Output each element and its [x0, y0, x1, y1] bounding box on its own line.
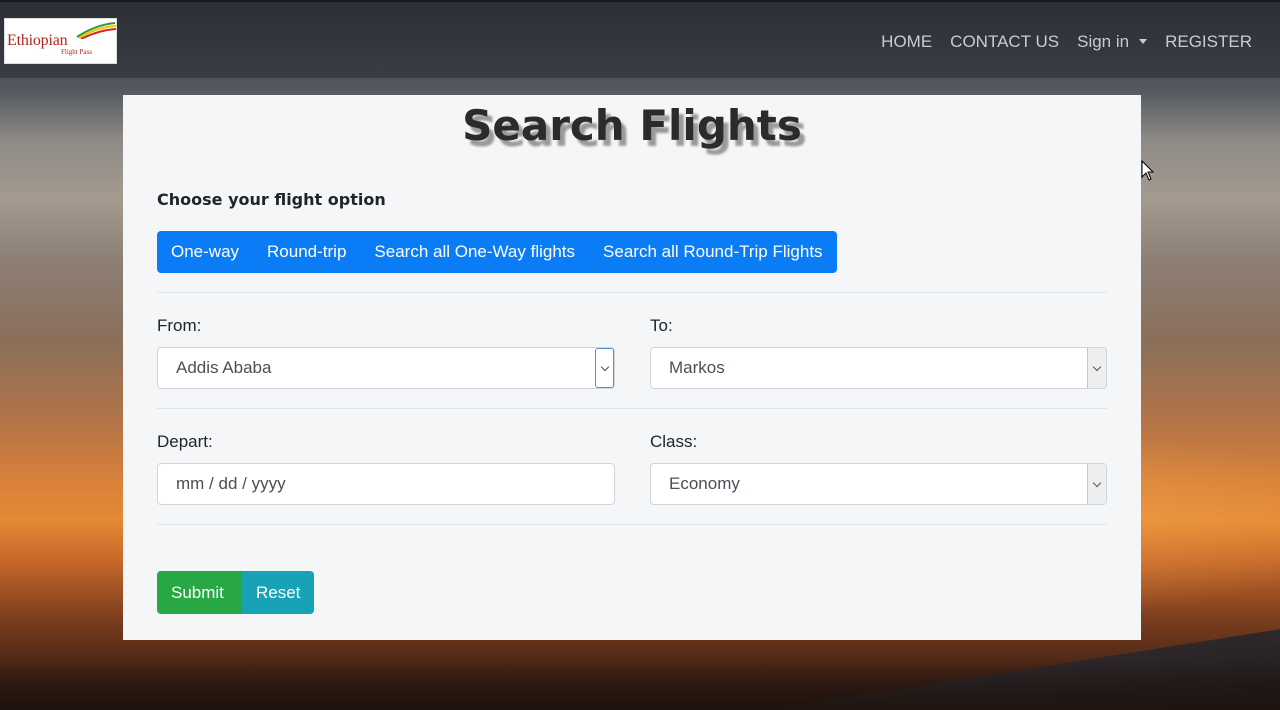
- mouse-pointer-icon: [1141, 160, 1155, 181]
- from-select[interactable]: Addis Ababa: [157, 347, 615, 389]
- divider: [157, 408, 1107, 409]
- logo-wordmark: Ethiopian: [7, 32, 68, 49]
- search-all-round-trip-button[interactable]: Search all Round-Trip Flights: [589, 231, 837, 273]
- logo-subtitle: Flight Pass: [61, 48, 92, 56]
- nav-home-link[interactable]: HOME: [881, 32, 932, 52]
- nav-signin-dropdown[interactable]: Sign in: [1077, 32, 1148, 52]
- caret-down-icon: [1139, 39, 1148, 44]
- to-value: Markos: [669, 358, 725, 377]
- to-label: To:: [650, 316, 673, 335]
- depart-date-input[interactable]: mm / dd / yyyy: [157, 463, 615, 505]
- chevron-down-icon: [1087, 464, 1106, 504]
- class-value: Economy: [669, 474, 740, 493]
- from-value: Addis Ababa: [176, 358, 272, 377]
- flight-option-heading: Choose your flight option: [157, 190, 386, 209]
- nav-links: HOME CONTACT US Sign in REGISTER: [863, 32, 1252, 52]
- chevron-down-icon: [1087, 348, 1106, 388]
- class-select[interactable]: Economy: [650, 463, 1107, 505]
- navbar: Ethiopian Flight Pass HOME CONTACT US Si…: [0, 0, 1280, 78]
- background-shadow: [0, 660, 1280, 710]
- divider: [157, 524, 1107, 525]
- search-all-one-way-button[interactable]: Search all One-Way flights: [360, 231, 589, 273]
- divider: [157, 292, 1107, 293]
- chevron-down-icon: [595, 348, 614, 388]
- round-trip-button[interactable]: Round-trip: [253, 231, 360, 273]
- logo-swoosh-icon: [76, 22, 117, 39]
- depart-placeholder: mm / dd / yyyy: [176, 474, 286, 493]
- search-flights-card: Search Flights Choose your flight option…: [123, 95, 1141, 640]
- depart-label: Depart:: [157, 432, 213, 451]
- from-label: From:: [157, 316, 202, 335]
- flight-option-group: One-way Round-trip Search all One-Way fl…: [157, 231, 837, 273]
- class-label: Class:: [650, 432, 698, 451]
- one-way-button[interactable]: One-way: [157, 231, 253, 273]
- page-title: Search Flights: [462, 101, 802, 150]
- nav-contact-link[interactable]: CONTACT US: [950, 32, 1059, 52]
- to-select[interactable]: Markos: [650, 347, 1107, 389]
- nav-register-link[interactable]: REGISTER: [1165, 32, 1252, 52]
- brand-logo[interactable]: Ethiopian Flight Pass: [4, 18, 117, 64]
- nav-signin-label: Sign in: [1077, 32, 1130, 51]
- reset-button[interactable]: Reset: [242, 571, 314, 614]
- submit-button[interactable]: Submit: [157, 571, 242, 614]
